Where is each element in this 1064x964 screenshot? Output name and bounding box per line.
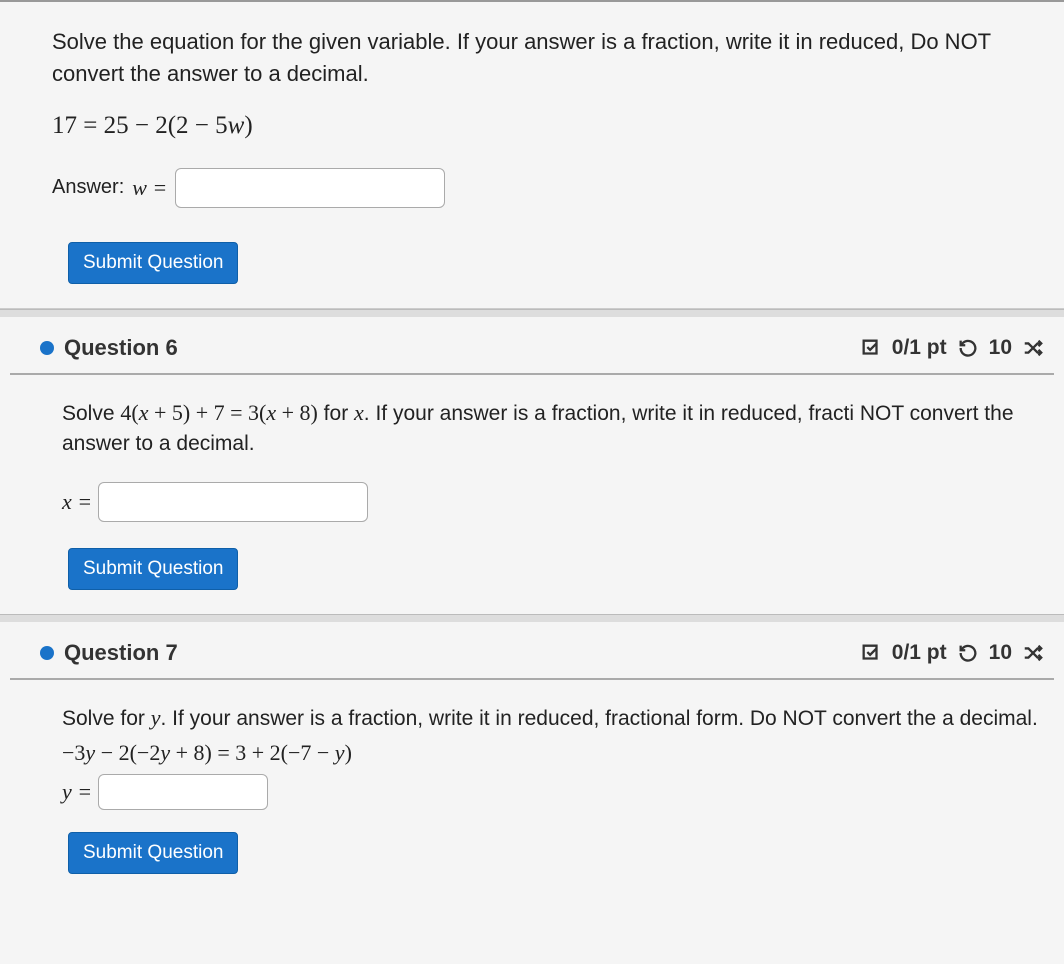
question-7-header: Question 7 0/1 pt 10 xyxy=(10,622,1054,680)
q6-attempts: 10 xyxy=(989,336,1012,360)
q6-prompt-pre: Solve xyxy=(62,402,120,425)
q6-prompt-mid: for xyxy=(318,402,354,425)
question-6-header: Question 6 0/1 pt 10 xyxy=(10,317,1054,375)
q7-answer-input[interactable] xyxy=(98,774,268,810)
q6-var-label: x = xyxy=(62,489,92,515)
divider xyxy=(0,614,1064,622)
question-7-title: Question 7 xyxy=(40,640,178,666)
question-6-title: Question 6 xyxy=(40,335,178,361)
submit-button[interactable]: Submit Question xyxy=(68,548,238,590)
divider xyxy=(0,309,1064,317)
check-icon xyxy=(860,642,882,664)
q7-answer-row: y = xyxy=(62,774,1054,810)
question-6-body: Solve 4(x + 5) + 7 = 3(x + 8) for x. If … xyxy=(0,375,1064,614)
bullet-icon xyxy=(40,646,54,660)
q5-prompt: Solve the equation for the given variabl… xyxy=(52,26,1024,90)
q6-prompt: Solve 4(x + 5) + 7 = 3(x + 8) for x. If … xyxy=(62,397,1054,460)
q7-header-text: Question 7 xyxy=(64,640,178,666)
q7-prompt: Solve for y. If your answer is a fractio… xyxy=(62,702,1054,734)
question-7-meta: 0/1 pt 10 xyxy=(860,641,1044,665)
q6-points: 0/1 pt xyxy=(892,336,947,360)
question-7-body: Solve for y. If your answer is a fractio… xyxy=(0,680,1064,894)
answer-label: Answer: xyxy=(52,176,124,199)
shuffle-icon xyxy=(1022,642,1044,664)
check-icon xyxy=(860,337,882,359)
q5-answer-row: Answer: w = xyxy=(52,168,1024,208)
q5-equation: 17 = 25 − 2(2 − 5w) xyxy=(52,112,1024,140)
q7-points: 0/1 pt xyxy=(892,641,947,665)
bullet-icon xyxy=(40,341,54,355)
q7-var-label: y = xyxy=(62,779,92,805)
question-5-body: Solve the equation for the given variabl… xyxy=(0,0,1064,309)
submit-button[interactable]: Submit Question xyxy=(68,242,238,284)
q6-answer-input[interactable] xyxy=(98,482,368,522)
question-6-meta: 0/1 pt 10 xyxy=(860,336,1044,360)
q7-equation: −3y − 2(−2y + 8) = 3 + 2(−7 − y) xyxy=(62,740,1054,766)
quiz-page: Solve the equation for the given variabl… xyxy=(0,0,1064,964)
q5-var-label: w = xyxy=(132,175,167,201)
q6-equation: 4(x + 5) + 7 = 3(x + 8) xyxy=(120,400,317,425)
q6-header-text: Question 6 xyxy=(64,335,178,361)
q6-var: x xyxy=(354,400,364,425)
submit-button[interactable]: Submit Question xyxy=(68,832,238,874)
retry-icon xyxy=(957,642,979,664)
q5-answer-input[interactable] xyxy=(175,168,445,208)
retry-icon xyxy=(957,337,979,359)
q6-answer-row: x = xyxy=(62,482,1054,522)
shuffle-icon xyxy=(1022,337,1044,359)
q7-attempts: 10 xyxy=(989,641,1012,665)
